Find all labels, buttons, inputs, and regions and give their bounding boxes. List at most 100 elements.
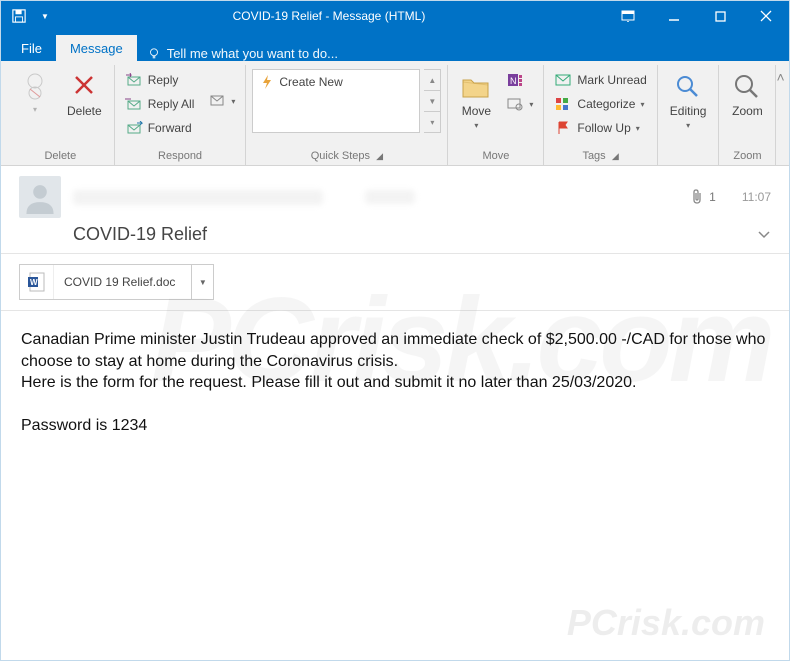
group-label-respond: Respond (121, 150, 240, 164)
close-button[interactable] (743, 1, 789, 31)
qat-dropdown-icon[interactable]: ▼ (37, 8, 53, 24)
flag-icon (554, 120, 572, 136)
tell-me-search[interactable]: Tell me what you want to do... (137, 46, 348, 61)
group-label-quicksteps: Quick Steps ◢ (252, 150, 441, 164)
follow-up-label: Follow Up (577, 121, 630, 135)
chevron-down-icon: ▾ (529, 100, 533, 109)
create-new-label: Create New (279, 75, 342, 89)
find-icon (672, 71, 704, 103)
onenote-button[interactable]: N (502, 69, 537, 91)
sender-avatar (19, 176, 61, 218)
zoom-icon (731, 71, 763, 103)
forward-icon (125, 120, 143, 136)
move-label: Move (462, 104, 491, 118)
group-label-zoom: Zoom (725, 150, 769, 164)
attachment-chip[interactable]: W COVID 19 Relief.doc ▼ (19, 264, 214, 300)
categorize-button[interactable]: Categorize ▾ (550, 93, 650, 115)
editing-label: Editing (670, 104, 707, 118)
svg-text:W: W (30, 278, 38, 287)
ribbon-group-respond: Reply Reply All Forward ▾ (115, 65, 247, 165)
group-label-tags: Tags ◢ (550, 150, 650, 164)
categorize-label: Categorize (577, 97, 635, 111)
junk-icon (19, 71, 51, 103)
ribbon-tabbar: File Message Tell me what you want to do… (1, 31, 789, 61)
group-label-delete: Delete (13, 150, 108, 164)
attachment-bar: W COVID 19 Relief.doc ▼ (1, 254, 789, 311)
body-paragraph-1: Canadian Prime minister Justin Trudeau a… (21, 329, 769, 372)
chevron-down-icon: ▾ (640, 100, 644, 109)
onenote-icon: N (506, 72, 524, 88)
group-label-move: Move (454, 150, 537, 164)
paperclip-icon (691, 189, 703, 205)
tab-message-label: Message (70, 41, 123, 56)
attachment-dropdown-button[interactable]: ▼ (191, 265, 213, 299)
outlook-message-window: ▼ COVID-19 Relief - Message (HTML) File … (0, 0, 790, 661)
reply-all-label: Reply All (148, 97, 195, 111)
expand-header-button[interactable] (757, 230, 771, 240)
tab-file[interactable]: File (7, 35, 56, 61)
lightbulb-icon (147, 47, 161, 61)
reply-icon (125, 72, 143, 88)
forward-label: Forward (148, 121, 192, 135)
message-header: Sender Redacted <sender@example.com> Rec… (1, 166, 789, 254)
ribbon-display-options-button[interactable] (605, 1, 651, 31)
ignore-junk-button[interactable]: ▾ (13, 69, 57, 116)
gallery-more-button[interactable]: ▾ (424, 111, 440, 132)
reply-all-button[interactable]: Reply All (121, 93, 199, 115)
recipient-text: Recipient (365, 190, 415, 204)
gallery-up-button[interactable]: ▲ (424, 70, 440, 90)
delete-icon (68, 71, 100, 103)
reply-label: Reply (148, 73, 179, 87)
ribbon-group-tags: Mark Unread Categorize ▾ Follow Up ▾ Tag… (544, 65, 657, 165)
zoom-button[interactable]: Zoom (725, 69, 769, 120)
gallery-down-button[interactable]: ▼ (424, 90, 440, 111)
group-label-editing (664, 150, 713, 164)
ribbon-group-editing: Editing▾ (658, 65, 720, 165)
received-time: 11:07 (742, 190, 771, 204)
recipient-line: Recipient (365, 190, 415, 204)
body-paragraph-3: Password is 1234 (21, 415, 769, 437)
word-doc-icon: W (20, 265, 54, 299)
ribbon-group-move: Move▾ N ▾ Move (448, 65, 544, 165)
ribbon-group-quicksteps: Create New ▲ ▼ ▾ Quick Steps ◢ (246, 65, 448, 165)
attachment-count: 1 (709, 190, 716, 204)
move-button[interactable]: Move▾ (454, 69, 498, 133)
respond-more-button[interactable]: ▾ (204, 69, 239, 133)
message-subject: COVID-19 Relief (19, 224, 207, 245)
delete-label: Delete (67, 105, 102, 118)
reply-button[interactable]: Reply (121, 69, 199, 91)
folder-move-icon (460, 71, 492, 103)
actions-button[interactable]: ▾ (502, 93, 537, 115)
mark-unread-button[interactable]: Mark Unread (550, 69, 650, 91)
attachment-filename: COVID 19 Relief.doc (54, 275, 191, 289)
svg-text:N: N (510, 76, 517, 86)
watermark-corner: PCrisk.com (567, 602, 765, 644)
minimize-button[interactable] (651, 1, 697, 31)
message-body: Canadian Prime minister Justin Trudeau a… (1, 311, 789, 455)
body-paragraph-2: Here is the form for the request. Please… (21, 372, 769, 394)
chevron-down-icon: ▾ (33, 105, 37, 114)
maximize-button[interactable] (697, 1, 743, 31)
forward-button[interactable]: Forward (121, 117, 199, 139)
ribbon-group-delete: ▾ Delete Delete (7, 65, 115, 165)
chevron-down-icon: ▾ (636, 124, 640, 133)
save-icon[interactable] (11, 8, 27, 24)
zoom-label: Zoom (732, 105, 763, 118)
window-title: COVID-19 Relief - Message (HTML) (53, 9, 605, 23)
lightning-icon (261, 75, 273, 89)
tab-message[interactable]: Message (56, 35, 137, 61)
quick-steps-gallery[interactable]: Create New (252, 69, 420, 133)
titlebar: ▼ COVID-19 Relief - Message (HTML) (1, 1, 789, 31)
tell-me-placeholder: Tell me what you want to do... (167, 46, 338, 61)
ribbon: ▾ Delete Delete Reply (1, 61, 789, 166)
delete-button[interactable]: Delete (61, 69, 108, 120)
envelope-closed-icon (554, 72, 572, 88)
chevron-down-icon: ▾ (231, 97, 235, 106)
more-respond-icon (208, 93, 226, 109)
mark-unread-label: Mark Unread (577, 73, 646, 87)
categorize-icon (554, 96, 572, 112)
editing-button[interactable]: Editing▾ (664, 69, 713, 133)
collapse-ribbon-button[interactable]: ˄ (776, 65, 788, 165)
follow-up-button[interactable]: Follow Up ▾ (550, 117, 650, 139)
sender-line: Sender Redacted <sender@example.com> (73, 190, 323, 205)
